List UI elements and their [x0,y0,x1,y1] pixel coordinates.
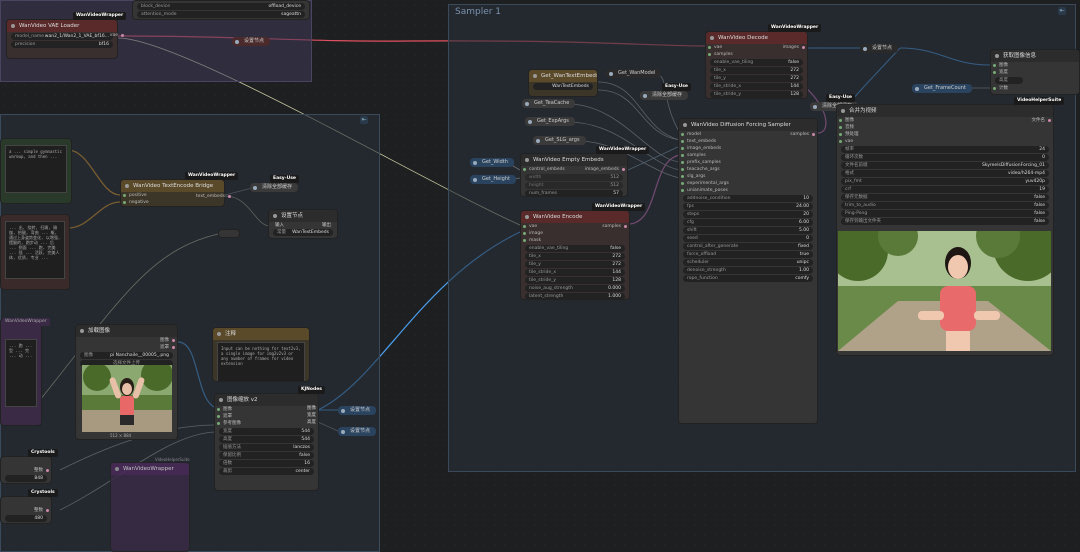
cleanup-sampler[interactable]: 清除全部缓存 [640,91,689,100]
get-slg-args[interactable]: Get_SLG_args [533,136,586,145]
reroute-small[interactable] [218,229,240,238]
load-image-title: 加载图像 [76,325,177,337]
text-encode-badge: WanVideoWrapper [185,172,239,180]
get-height[interactable]: Get_Height [470,175,516,184]
wanvideo-encode-node[interactable]: WanVideo Encode vae image mask samples e… [520,210,630,300]
image-size-label: 512 × 884 [110,433,132,438]
text-encode-title: WanVideo TextEncode Bridge [121,180,224,192]
vae-output[interactable]: vae [100,32,126,39]
dfs-title: WanVideo Diffusion Forcing Sampler [679,119,817,131]
positive-prompt-text[interactable]: a ... simple gymnastic warmup, and then … [5,145,67,193]
sampler-group-title: Sampler 1 [455,7,502,17]
attention-mode-widget[interactable]: attention_mode sageattn [137,11,305,18]
resize-crop-widget[interactable]: 裁剪 center [219,468,314,475]
precision-widget[interactable]: precision bf16 [11,41,113,48]
decode-title: WanVideo Decode [706,32,807,44]
block-device-widget[interactable]: block_device offload_device [137,3,305,10]
get-width[interactable]: Get_Width [470,158,514,167]
group-collapse-icon[interactable]: ⇤ [360,116,368,124]
negative-prompt-node[interactable]: ... 出, 绕转, 扫踢, 瑜伽, 抬腿, 弯曲 ... 躯, 通过上身姿势变… [0,214,70,290]
group-expand-icon[interactable]: ⇤ [1058,7,1066,15]
bypassed-purple-node[interactable]: WanVideoWrapper [110,462,190,552]
cleanup-node[interactable]: 清除全部缓存 [250,183,299,192]
left-purple-node[interactable]: ... 跑 ... 型 ... 完 ... 动 ... [0,318,42,426]
set-node-size[interactable]: 设置节点 [338,427,377,436]
empty-embeds-title: WanVideo Empty Embeds [521,154,627,166]
resize-width-widget[interactable]: 宽度 544 [219,428,314,435]
input-image-preview [82,365,172,432]
get-text-embeds-node[interactable]: Get_WanTextEmbeds WanTextEmbeds [528,69,598,97]
int-node-height[interactable]: 整数 480 [0,496,52,524]
constant-widget[interactable]: 常量 WanTextEmbeds [273,229,333,236]
text-embeds-output[interactable]: text_embeds [185,193,233,200]
easy-use-badge: Easy-Use [270,175,299,183]
resize-height-widget[interactable]: 高度 544 [219,436,314,443]
resize-multiple-widget[interactable]: 倍数 16 [219,460,314,467]
set-node-image[interactable]: 设置节点 [338,406,377,415]
get-image-info-node[interactable]: 获取图像信息 图像 宽度 高度 计数 [990,49,1080,95]
vae-loader-node[interactable]: WanVideo VAE Loader model_name wan2_1/Wan… [6,19,118,59]
output-video-preview [838,231,1051,351]
encode-title: WanVideo Encode [521,211,629,223]
get-frame-count[interactable]: Get_FrameCount [912,84,972,93]
image-select-widget[interactable]: 图像 pi Nanchaile__00005_.png [80,352,173,359]
note-node[interactable]: 注释 Input can be nothing for text2v3, a s… [212,327,310,382]
resize-keep-widget[interactable]: 保留比例 false [219,452,314,459]
get-tea-cache[interactable]: Get_TeaCache [522,99,576,108]
get-exp-args[interactable]: Get_ExpArgs [525,117,575,126]
diffusion-forcing-sampler-node[interactable]: WanVideo Diffusion Forcing Sampler sampl… [678,118,818,424]
negative-prompt-text[interactable]: ... 出, 绕转, 扫踢, 瑜伽, 抬腿, 弯曲 ... 躯, 通过上身姿势变… [5,221,65,279]
wanvideo-decode-node[interactable]: WanVideo Decode vae samples images enabl… [705,31,808,99]
video-combine-title: 合并为视频 [837,105,1053,117]
set-node-vae[interactable]: 设置节点 [232,37,271,46]
get-wan-model[interactable]: Get_WanModel [606,69,662,78]
empty-embeds-node[interactable]: WanVideo Empty Embeds control_embeds ima… [520,153,628,197]
vae-loader-badge: WanVideoWrapper [73,12,127,20]
model-options-node[interactable]: block_device offload_device attention_mod… [132,0,310,20]
model-name-widget[interactable]: model_name wan2_1/Wan2_1_VAE_bf16... [11,33,113,40]
vae-loader-title: WanVideo VAE Loader [7,20,117,32]
set-node-images[interactable]: 设置节点 [860,44,899,53]
resize-interp-widget[interactable]: 插值方法 lanczos [219,444,314,451]
note-text[interactable]: Input can be nothing for text2v3, a sing… [217,342,305,381]
int-node-width[interactable]: 整数 848 [0,456,52,484]
positive-prompt-node[interactable]: a ... simple gymnastic warmup, and then … [0,138,72,204]
negative-input[interactable]: negative [121,199,224,206]
set-node-embeds[interactable]: 设置节点 输入 输出 常量 WanTextEmbeds [268,209,338,239]
